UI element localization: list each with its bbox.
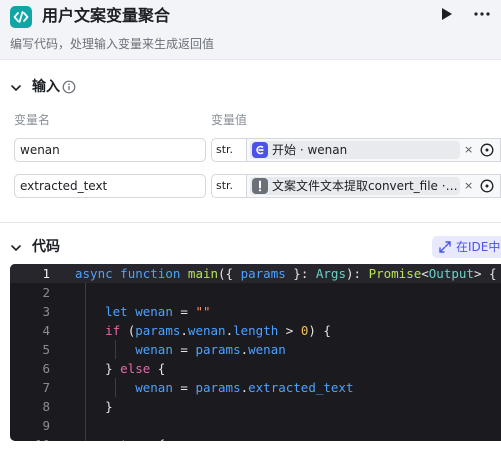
code-line[interactable]: 8 } [10, 397, 501, 416]
reference-label: 文案文件文本提取convert_file · extracted_text [272, 179, 458, 193]
target-icon[interactable] [480, 179, 494, 193]
code-text: let wenan = "" [105, 304, 211, 319]
code-line[interactable]: 5 wenan = params.wenan [10, 340, 501, 359]
variable-name-input[interactable]: wenan [14, 138, 206, 162]
variable-type-select[interactable]: str. [211, 174, 247, 198]
variable-value-reference[interactable]: 开始 · wenan × [247, 138, 501, 162]
variable-value-reference[interactable]: 文案文件文本提取convert_file · extracted_text × [247, 174, 501, 198]
variable-type-select[interactable]: str. [211, 138, 247, 162]
code-line[interactable]: 9 [10, 416, 501, 435]
code-text: } else { [75, 361, 166, 376]
target-icon[interactable] [480, 143, 494, 157]
chevron-down-icon[interactable] [10, 242, 22, 254]
edit-in-ide-button[interactable]: 在IDE中编辑 [432, 236, 501, 258]
code-icon [10, 6, 32, 28]
code-line[interactable]: 3 let wenan = "" [10, 302, 501, 321]
code-text: wenan = params.wenan [135, 342, 286, 357]
line-number: 7 [42, 380, 50, 395]
code-text: async function main({ params }: Args): P… [75, 266, 497, 281]
line-number: 3 [42, 304, 50, 319]
code-editor[interactable]: 1 async function main({ params }: Args):… [10, 264, 501, 441]
clear-icon[interactable]: × [464, 142, 473, 158]
input-section-title: 输入 [32, 79, 60, 95]
code-line[interactable]: 2 [10, 283, 501, 302]
line-number: 2 [42, 285, 50, 300]
line-number: 4 [42, 323, 50, 338]
code-text: wenan = params.extracted_text [135, 380, 354, 395]
expand-icon [439, 241, 451, 253]
code-section-header[interactable]: 代码 [10, 236, 100, 258]
chevron-down-icon[interactable] [10, 82, 22, 94]
line-number: 8 [42, 399, 50, 414]
section-divider [0, 222, 501, 223]
reference-chip[interactable]: 文案文件文本提取convert_file · extracted_text [250, 177, 460, 195]
input-section-header[interactable]: 输入 [10, 76, 100, 98]
edit-in-ide-label: 在IDE中编辑 [456, 240, 501, 254]
node-title[interactable]: 用户文案变量聚合 [42, 5, 170, 27]
code-line[interactable]: 4 if (params.wenan.length > 0) { [10, 321, 501, 340]
line-number: 6 [42, 361, 50, 376]
variable-name-input[interactable]: extracted_text [14, 174, 206, 198]
node-description[interactable]: 编写代码，处理输入变量来生成返回值 [10, 36, 214, 52]
reference-chip[interactable]: 开始 · wenan [250, 141, 460, 159]
node-header: 用户文案变量聚合 编写代码，处理输入变量来生成返回值 [0, 0, 501, 60]
play-icon[interactable] [436, 4, 456, 24]
more-icon[interactable] [470, 4, 494, 24]
code-text: } [75, 399, 113, 414]
code-line[interactable]: 6 } else { [10, 359, 501, 378]
code-line[interactable]: 1 async function main({ params }: Args):… [10, 264, 501, 283]
variable-value-column-label: 变量值 [211, 113, 248, 127]
warning-icon [252, 178, 268, 194]
line-number: 9 [42, 418, 50, 433]
code-line[interactable]: 7 wenan = params.extracted_text [10, 378, 501, 397]
code-section-title: 代码 [32, 239, 60, 255]
line-number: 5 [42, 342, 50, 357]
clear-icon[interactable]: × [464, 178, 473, 194]
reference-label: 开始 · wenan [272, 143, 348, 157]
line-number: 1 [42, 266, 50, 281]
start-node-icon [252, 142, 268, 158]
panel-bottom [0, 441, 501, 460]
info-icon[interactable] [62, 80, 76, 94]
code-text: if (params.wenan.length > 0) { [105, 323, 331, 338]
variable-name-column-label: 变量名 [14, 113, 51, 127]
